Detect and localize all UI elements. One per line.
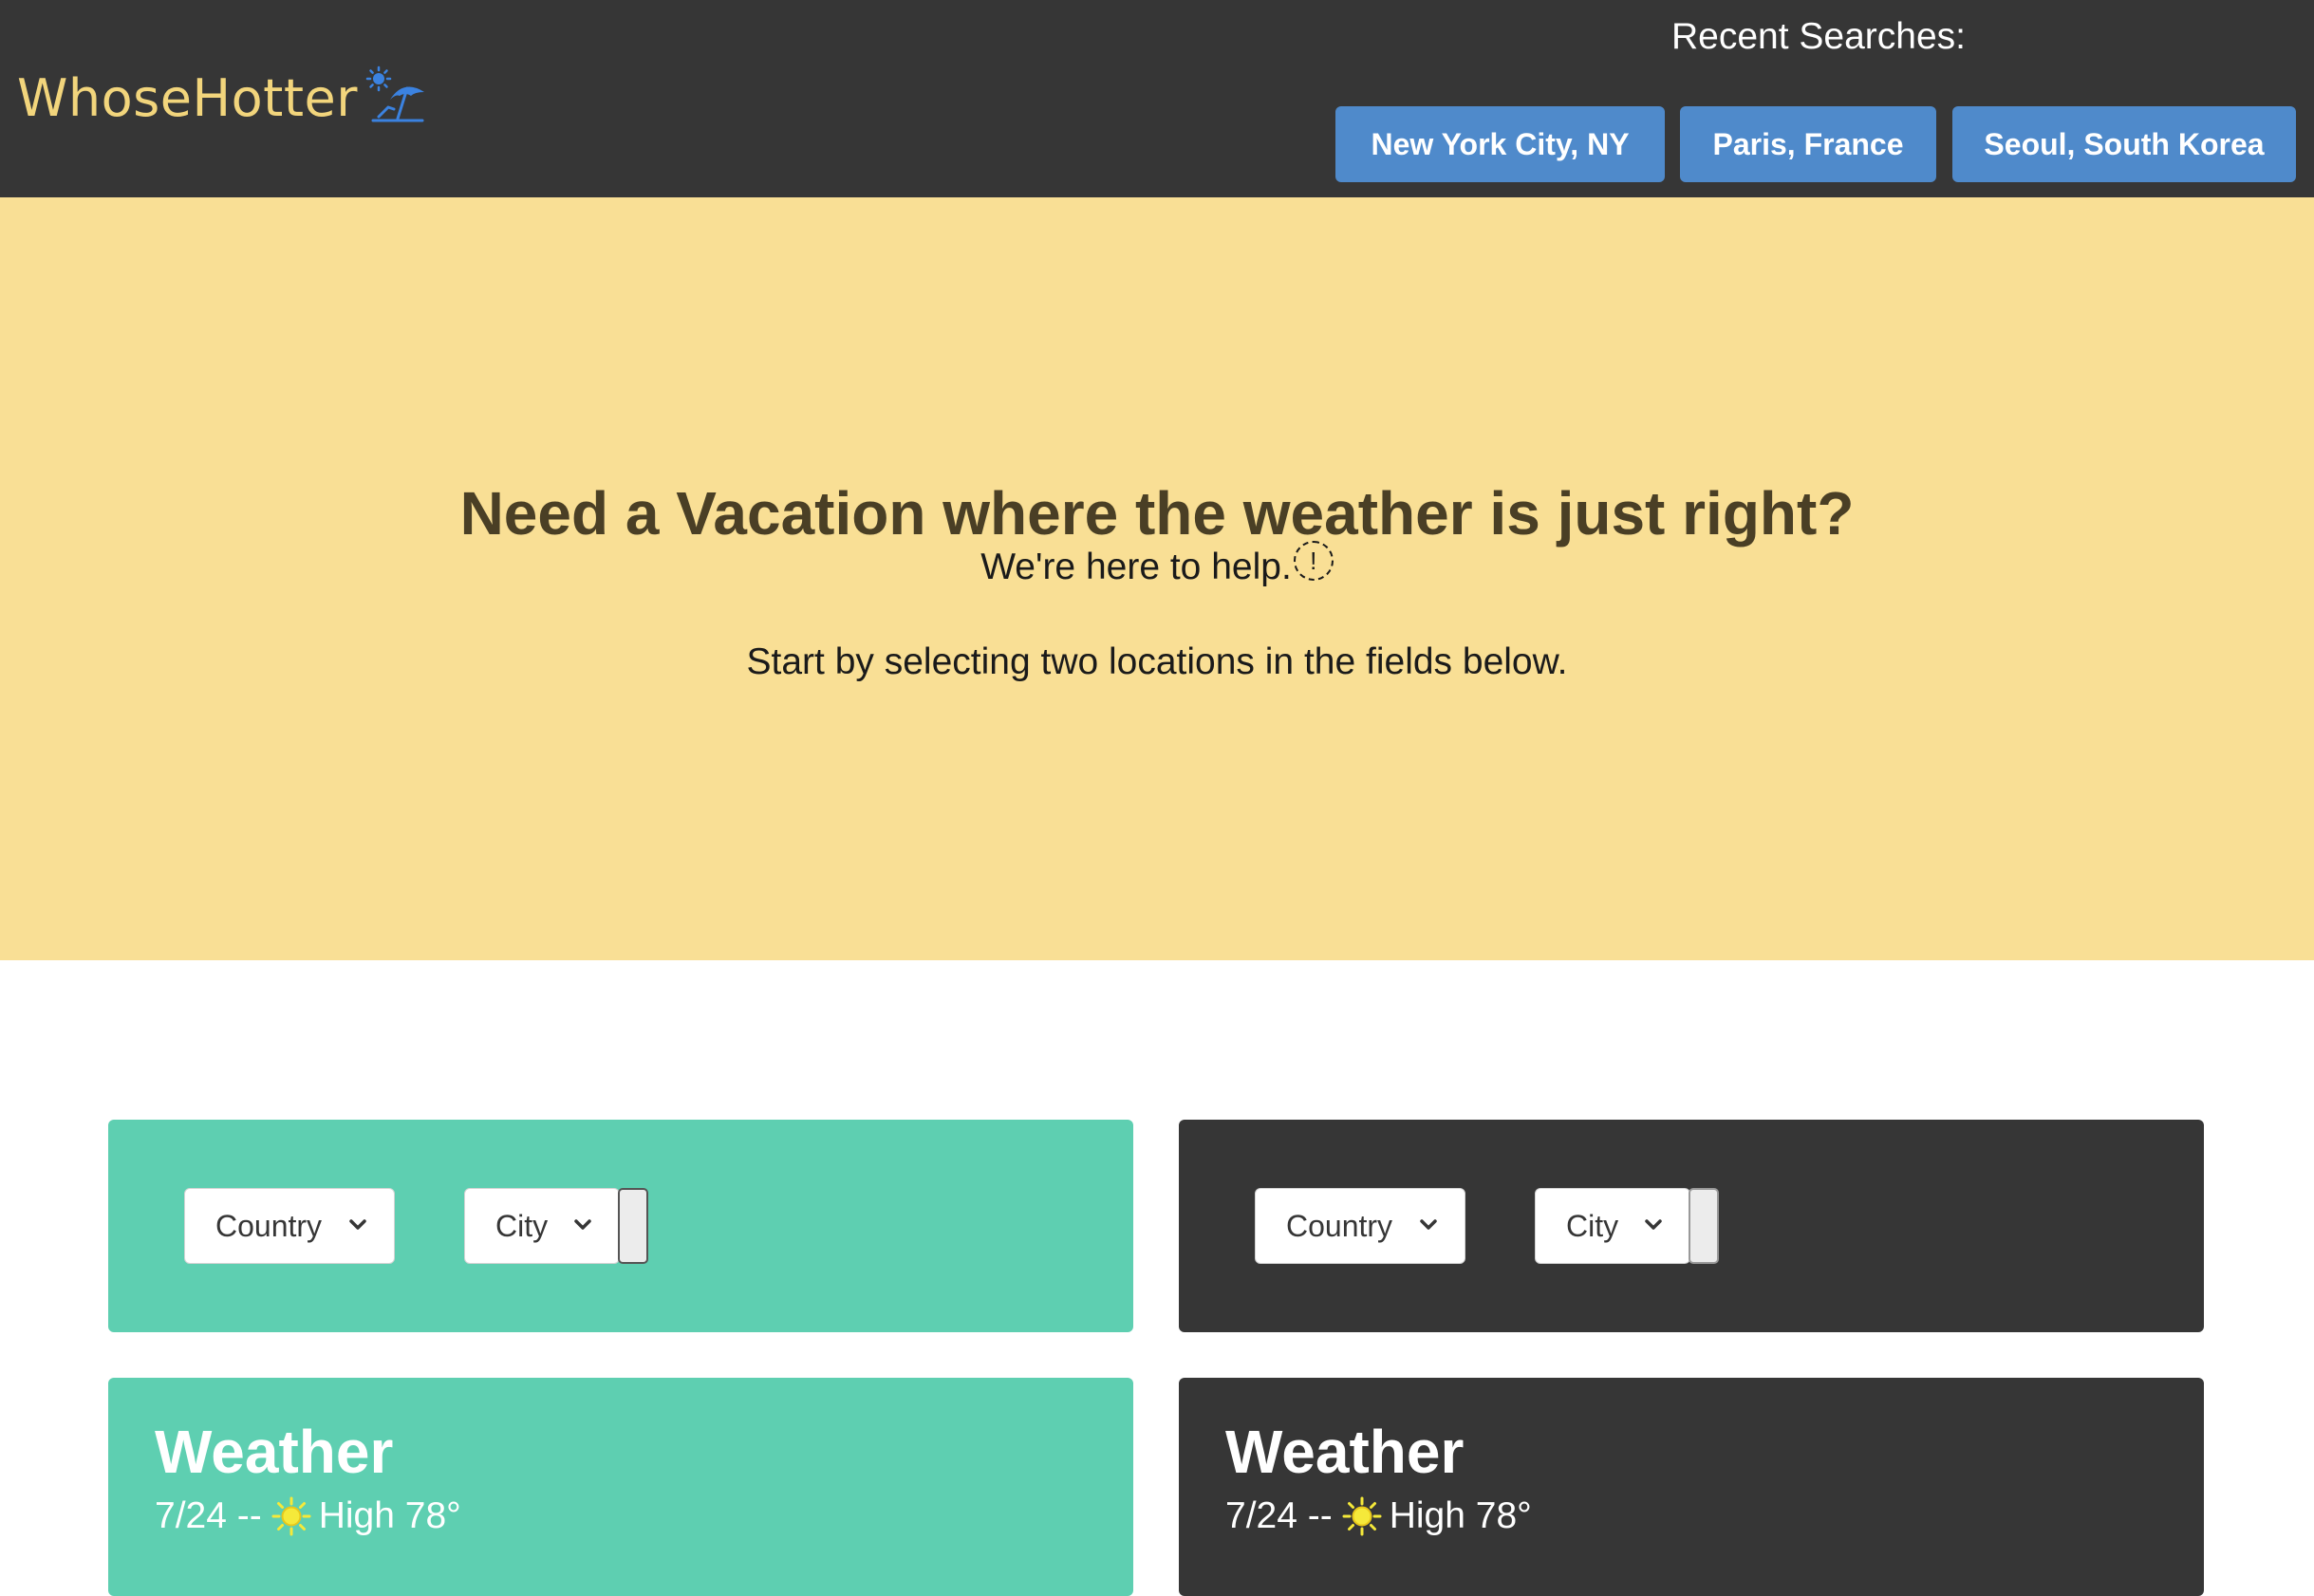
recent-search-button-new-york[interactable]: New York City, NY: [1335, 106, 1665, 182]
recent-search-button-paris[interactable]: Paris, France: [1680, 106, 1936, 182]
weather-date: 7/24 --: [1225, 1495, 1333, 1536]
submit-location-button[interactable]: [1689, 1188, 1719, 1264]
country-select[interactable]: Country: [1255, 1188, 1465, 1264]
hero-description: Start by selecting two locations in the …: [746, 641, 1568, 682]
weather-high: High 78°: [1389, 1495, 1532, 1536]
site-header: WhoseHotter Recent Searches: New York Ci…: [0, 0, 2314, 197]
info-icon[interactable]: !: [1293, 541, 1334, 581]
chevron-down-icon: [1420, 1219, 1437, 1230]
recent-search-button-seoul[interactable]: Seoul, South Korea: [1952, 106, 2296, 182]
city-select[interactable]: City: [464, 1188, 620, 1264]
recent-searches-label: Recent Searches:: [1670, 16, 1966, 57]
hero-subtitle: We're here to help.: [980, 547, 1292, 587]
chevron-down-icon: [574, 1219, 591, 1230]
weather-title: Weather: [155, 1418, 394, 1486]
beach-umbrella-icon: [365, 65, 424, 122]
weather-title: Weather: [1225, 1418, 1465, 1486]
weather-card-2: Weather 7/24 -- High 78°: [1179, 1378, 2204, 1596]
country-select-value: Country: [215, 1209, 323, 1243]
country-select-value: Country: [1286, 1209, 1393, 1243]
submit-location-button[interactable]: [618, 1188, 648, 1264]
city-select-value: City: [1566, 1209, 1619, 1243]
chevron-down-icon: [349, 1219, 366, 1230]
sun-icon: [271, 1496, 311, 1536]
weather-card-1: Weather 7/24 -- High 78°: [108, 1378, 1133, 1596]
weather-date: 7/24 --: [155, 1495, 262, 1536]
weather-forecast-row: 7/24 -- High 78°: [155, 1490, 461, 1543]
weather-forecast-row: 7/24 -- High 78°: [1225, 1490, 1532, 1543]
sun-icon: [1342, 1496, 1382, 1536]
brand-name: WhoseHotter: [17, 68, 358, 128]
chevron-down-icon: [1645, 1219, 1662, 1230]
brand-logo[interactable]: WhoseHotter: [17, 61, 426, 137]
country-select[interactable]: Country: [184, 1188, 395, 1264]
location-selector-panel-1: Country City: [108, 1120, 1133, 1332]
hero-banner: Need a Vacation where the weather is jus…: [0, 197, 2314, 960]
weather-high: High 78°: [318, 1495, 461, 1536]
city-select[interactable]: City: [1535, 1188, 1690, 1264]
hero-subtitle-row: We're here to help.!: [0, 539, 2314, 596]
location-selector-panel-2: Country City: [1179, 1120, 2204, 1332]
city-select-value: City: [495, 1209, 549, 1243]
